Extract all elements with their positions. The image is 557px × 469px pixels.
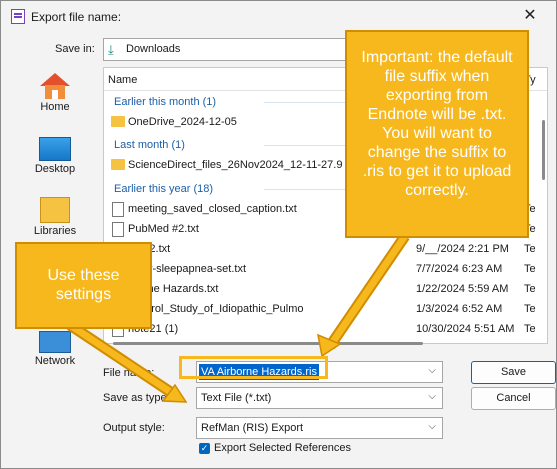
callout-important: Important: the default file suffix when … xyxy=(345,30,529,238)
callout-settings: Use these settings xyxy=(15,242,152,329)
file-name-highlight xyxy=(179,356,328,379)
